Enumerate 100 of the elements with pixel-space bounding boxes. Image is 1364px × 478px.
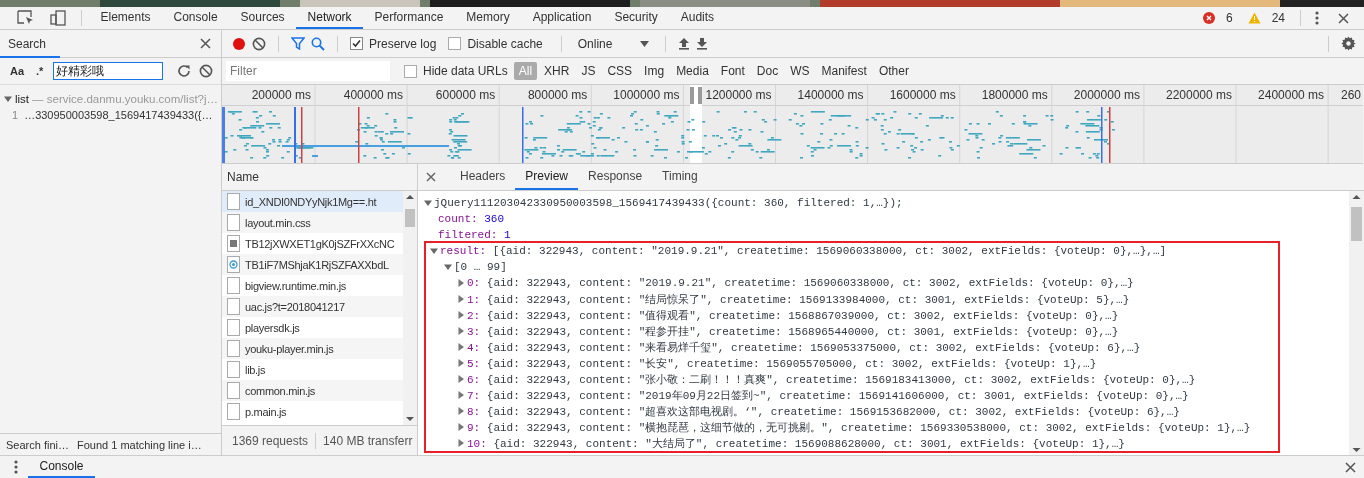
upload-icon[interactable] [678,37,691,50]
panel-tab[interactable]: Performance [363,7,455,29]
tick-label: 800000 ms [527,88,588,102]
request-row[interactable]: layout.min.css [222,212,403,233]
type-filter[interactable]: Manifest [816,62,872,80]
detail-tab[interactable]: Preview [515,164,579,190]
tick-label: 2400000 ms [1258,88,1325,102]
tick-label: 260 [1340,88,1361,102]
file-icon [227,403,240,420]
type-filter[interactable]: WS [785,62,815,80]
close-icon[interactable] [200,38,211,49]
drawer-tab[interactable]: Console [28,456,96,478]
file-icon [227,298,240,315]
inspect-icon[interactable] [17,10,35,26]
panel-tab[interactable]: Sources [229,7,297,29]
request-count: 1369 requests [232,434,309,448]
tick-label: 1200000 ms [705,88,772,102]
array-item-line[interactable]: 4: {aid: 322943, content: "来看易烊千玺", createtime: 1569053375000, ct: 3002, extFields: {voteUp: 6},…} [467,339,1141,355]
search-tab[interactable]: Search [0,30,61,58]
close-icon[interactable] [426,172,436,182]
range-selector[interactable] [690,85,702,163]
type-filter[interactable]: Other [873,62,914,80]
image-file-icon [227,256,240,273]
search-icon[interactable] [311,36,325,51]
detail-tab[interactable]: Timing [652,164,708,190]
expand-arrow-icon[interactable] [424,199,432,207]
expand-arrow-icon[interactable] [4,95,12,103]
file-icon [227,214,240,231]
preserve-log-checkbox[interactable] [350,37,363,50]
regex-button[interactable]: .* [34,65,46,77]
file-icon [227,277,240,294]
clear-icon[interactable] [199,64,214,78]
array-item-line[interactable]: 7: {aid: 322943, content: "2019年09月22日签到~", createtime: 1569141606000, ct: 3001, extFields: {voteUp: 0},…} [467,387,1189,403]
close-icon[interactable] [1345,461,1356,473]
request-row[interactable]: uac.js?t=2018041217 [222,296,403,317]
tick-label: 2200000 ms [1165,88,1232,102]
panel-tab[interactable]: Application [521,7,603,29]
expand-arrow-icon[interactable] [444,263,452,271]
request-row[interactable]: id_XNDI0NDYyNjk1Mg==.ht [222,191,403,212]
array-item-line[interactable]: 5: {aid: 322943, content: "长安", createtime: 1569055705000, ct: 3002, extFields: {voteUp: 1},…} [467,355,1097,371]
response-root[interactable]: jQuery111203042330950003598_1569417439433({count: 360, filtered: 1,…}); [434,197,903,209]
scrollbar[interactable] [1349,191,1364,456]
array-item-line[interactable]: 0: {aid: 322943, content: "2019.9.21", createtime: 1569060338000, ct: 3002, extFields: {voteUp: 0},…} [467,277,1134,289]
checkbox-label: Hide data URLs [423,64,508,78]
array-item-line[interactable]: 6: {aid: 322943, content: "张小敬：二刷！！！真爽", createtime: 1569183413000, ct: 3002, extFields: {voteUp: 0},…} [467,371,1196,387]
detail-tab[interactable]: Headers [450,164,516,190]
type-filter[interactable]: Media [671,62,714,80]
type-filter[interactable]: Font [715,62,750,80]
download-icon[interactable] [696,37,709,50]
record-button[interactable] [232,36,246,51]
clear-icon[interactable] [252,36,266,51]
request-row[interactable]: common.min.js [222,380,403,401]
type-filter[interactable]: Img [639,62,670,80]
match-case-button[interactable]: Aa [8,65,27,77]
tick-label: 1400000 ms [797,88,864,102]
type-filter[interactable]: XHR [539,62,575,80]
type-filter[interactable]: Doc [751,62,784,80]
tick-label: 2000000 ms [1073,88,1140,102]
status-text: Search fini… [6,439,69,451]
expand-arrow-icon[interactable] [430,247,438,255]
type-filter[interactable]: CSS [602,62,638,80]
disable-cache-checkbox[interactable] [448,37,462,50]
throttling-dropdown[interactable]: Online [573,36,654,51]
result-line[interactable]: result: [{aid: 322943, content: "2019.9.21", createtime: 1569060338000, ct: 3002, extFields: {voteUp: 0},…},…] [440,245,1167,257]
tick-label: 1600000 ms [889,88,956,102]
panel-tab[interactable]: Console [162,7,230,29]
scrollbar[interactable] [403,191,417,425]
device-icon[interactable] [49,10,67,26]
panel-tab[interactable]: Audits [669,7,726,29]
checkbox-label: Disable cache [467,36,543,51]
transfer-size: 140 MB transferr [323,434,413,448]
panel-tab[interactable]: Security [602,7,670,29]
type-filter[interactable]: JS [576,62,601,80]
filter-icon[interactable] [291,37,305,50]
close-icon[interactable] [1338,12,1349,24]
array-item-line[interactable]: 10: {aid: 322943, content: "大结局了", createtime: 1569088628000, ct: 3001, extFields: {voteUp: 1},…} [467,435,1125,451]
search-field[interactable]: 好精彩哦 [53,62,164,80]
panel-tab[interactable]: Elements [89,7,163,29]
refresh-icon[interactable] [177,64,192,78]
filter-field[interactable]: Filter [226,61,390,81]
result-file-name[interactable]: list [15,93,30,105]
array-item-line[interactable]: 1: {aid: 322943, content: "结局惊呆了", createtime: 1569133984000, ct: 3001, extFields: {voteUp: 5},…} [467,291,1130,307]
array-item-line[interactable]: 3: {aid: 322943, content: "程参开挂", createtime: 1568965440000, ct: 3001, extFields: {voteUp: 0},…} [467,323,1119,339]
property-line: count: 360 [438,213,505,225]
more-icon[interactable] [14,460,18,474]
column-header[interactable]: Name [227,170,259,184]
range-line[interactable]: [0 … 99] [454,261,507,273]
array-item-line[interactable]: 9: {aid: 322943, content: "横抱琵琶，这细节做的，无可挑剔。", createtime: 1569330538000, ct: 3002, extFields: {voteUp: 1},…} [467,419,1251,435]
request-row[interactable]: youku-player.min.js [222,338,403,359]
panel-tab[interactable]: Network [296,7,364,29]
request-row[interactable]: TB1iF7MShjaK1RjSZFAXXbdL [222,254,403,275]
hide-data-urls-checkbox[interactable] [404,64,417,78]
settings-icon[interactable] [1341,36,1356,51]
more-icon[interactable] [1315,11,1319,25]
panel-tab[interactable]: Memory [454,7,522,29]
array-item-line[interactable]: 8: {aid: 322943, content: "超喜欢这部电视剧。‘", createtime: 1569153682000, ct: 3002, extFields: {voteUp: 6},…} [467,403,1180,419]
detail-tab[interactable]: Response [578,164,653,190]
error-icon [1202,12,1215,24]
array-item-line[interactable]: 2: {aid: 322943, content: "值得观看", createtime: 1568867039000, ct: 3002, extFields: {voteUp: 0},…} [467,307,1119,323]
match-line[interactable]: …330950003598_1569417439433({… [24,109,213,121]
